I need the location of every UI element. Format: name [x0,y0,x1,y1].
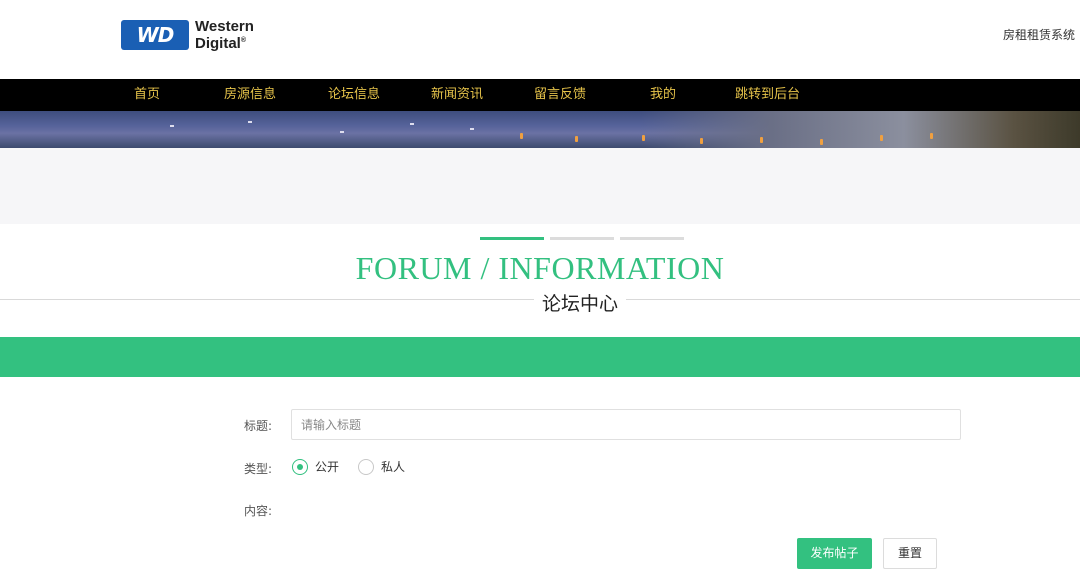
reset-button[interactable]: 重置 [883,538,937,569]
banner-shoreline [640,111,1080,148]
logo-line-2: Digital® [195,34,247,52]
publish-post-button[interactable]: 发布帖子 [797,538,872,569]
accent-bar [0,337,1080,377]
banner-boat [340,131,344,133]
brand-logo[interactable]: WD Western Digital® [121,19,254,51]
radio-public-label: 公开 [315,460,340,474]
banner-light [575,136,578,142]
banner-boat [470,128,474,130]
title-input[interactable] [291,409,961,440]
radio-public-circle[interactable] [292,458,308,475]
radio-private-circle[interactable] [358,458,375,475]
nav-item-listings[interactable]: 房源信息 [224,79,276,111]
nav-item-feedback[interactable]: 留言反馈 [534,79,586,111]
content-field-label: 内容: [243,504,272,518]
wd-logo-badge: WD [121,20,189,50]
nav-item-forum[interactable]: 论坛信息 [328,79,380,111]
nav-item-admin[interactable]: 跳转到后台 [735,79,800,111]
banner-light [760,137,763,143]
radio-private-label: 私人 [381,460,406,474]
nav-item-home[interactable]: 首页 [134,79,160,111]
indicator[interactable] [550,237,614,240]
banner-light [930,133,933,139]
banner-light [700,138,703,144]
banner-light [820,139,823,145]
banner-boat [410,123,414,125]
radio-public[interactable]: 公开 [292,458,339,475]
type-radio-group: 公开 私人 [292,458,424,475]
slide-indicators [480,237,684,240]
banner-light [880,135,883,141]
banner-spacer [0,148,1080,224]
section-title-en: FORUM / INFORMATION [355,250,725,286]
banner-boat [248,121,252,123]
logo-badge-text: WD [136,23,175,47]
section-title-cn: 论坛中心 [534,289,627,316]
indicator[interactable] [620,237,684,240]
logo-wordmark: Western Digital® [195,17,254,52]
system-name: 房租租赁系统 [1002,28,1075,42]
radio-private[interactable]: 私人 [358,458,405,475]
banner-image [0,111,1080,148]
banner-light [642,135,645,141]
indicator-active[interactable] [480,237,544,240]
banner-light [520,133,523,139]
nav-item-news[interactable]: 新闻资讯 [431,79,483,111]
nav-item-mine[interactable]: 我的 [650,79,676,111]
banner-boat [170,125,174,127]
logo-line-1: Western [195,17,254,35]
page-header: WD Western Digital® 房租租赁系统 [0,0,1080,79]
main-nav: 首页 房源信息 论坛信息 新闻资讯 留言反馈 我的 跳转到后台 [0,79,1080,111]
title-field-label: 标题: [243,419,272,433]
type-field-label: 类型: [243,462,272,476]
